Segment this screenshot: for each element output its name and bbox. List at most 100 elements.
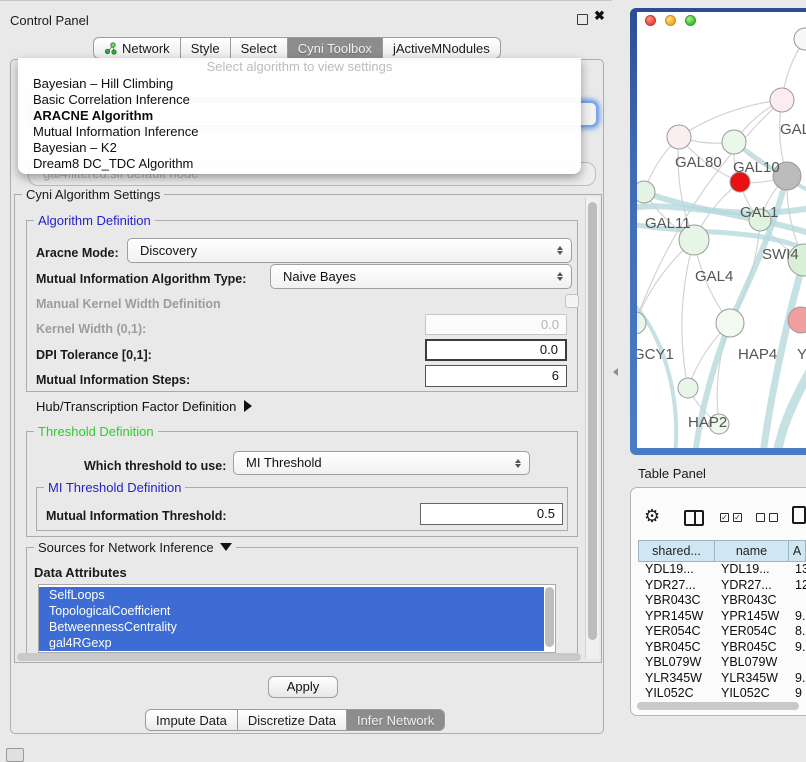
- sources-legend[interactable]: Sources for Network Inference: [34, 540, 236, 555]
- table-row[interactable]: YDL19...YDL19...13: [638, 562, 806, 578]
- mi-steps-field[interactable]: 6: [425, 365, 567, 387]
- tab-network-label: Network: [122, 41, 170, 56]
- select-all-checkboxes-icon[interactable]: ✓✓: [720, 513, 742, 522]
- settings-hscrollbar-thumb[interactable]: [17, 653, 581, 661]
- settings-legend: Cyni Algorithm Settings: [22, 187, 164, 202]
- float-window-icon[interactable]: [577, 14, 588, 25]
- mi-steps-label: Mutual Information Steps:: [36, 373, 190, 387]
- network-node-label: HAP4: [738, 346, 777, 363]
- kernel-width-field[interactable]: 0.0: [425, 314, 567, 335]
- table-cell: YBR045C: [714, 640, 788, 656]
- tab-impute-data[interactable]: Impute Data: [145, 709, 238, 731]
- network-node-label: GAL80: [675, 154, 722, 171]
- table-row[interactable]: YER054CYER054C8.: [638, 624, 806, 640]
- table-row[interactable]: YLR345WYLR345W9.: [638, 671, 806, 687]
- traffic-close-icon[interactable]: [645, 15, 656, 26]
- algorithm-option[interactable]: Bayesian – Hill Climbing: [18, 76, 581, 92]
- attributes-vscrollbar-thumb[interactable]: [545, 587, 554, 647]
- algorithm-option[interactable]: Bayesian – K2: [18, 140, 581, 156]
- manual-kernel-checkbox[interactable]: [565, 294, 579, 308]
- aracne-mode-combobox[interactable]: Discovery: [127, 238, 572, 263]
- apply-button[interactable]: Apply: [268, 676, 338, 698]
- table-cell: YDL19...: [638, 562, 714, 578]
- data-attribute-item[interactable]: BetweennessCentrality: [39, 619, 544, 635]
- mi-threshold-label: Mutual Information Threshold:: [46, 509, 227, 523]
- tab-style[interactable]: Style: [181, 37, 231, 59]
- table-cell: YIL052C: [714, 686, 788, 700]
- close-icon[interactable]: ✖: [594, 8, 605, 24]
- table-column-header[interactable]: name: [714, 540, 788, 562]
- network-node[interactable]: [722, 130, 746, 154]
- table-row[interactable]: YBR043CYBR043C: [638, 593, 806, 609]
- network-node[interactable]: [637, 181, 655, 203]
- table-cell: YBL079W: [638, 655, 714, 671]
- mi-type-value: Naive Bayes: [283, 269, 356, 284]
- dpi-tolerance-label: DPI Tolerance [0,1]:: [36, 348, 152, 362]
- network-node-label: Y: [797, 346, 806, 363]
- expander-right-arrow-icon: [244, 400, 252, 412]
- control-panel-tabbar: Network Style Select Cyni Toolbox jActiv…: [93, 37, 501, 59]
- network-node[interactable]: [770, 88, 794, 112]
- traffic-minimize-icon[interactable]: [665, 15, 676, 26]
- traffic-zoom-icon[interactable]: [685, 15, 696, 26]
- data-attributes-list[interactable]: SelfLoopsTopologicalCoefficientBetweenne…: [38, 584, 556, 653]
- network-node[interactable]: [794, 28, 806, 50]
- network-edge-bundle[interactable]: [777, 368, 806, 448]
- table-cell: YDL19...: [714, 562, 788, 578]
- tab-jactivemnodules[interactable]: jActiveMNodules: [383, 37, 501, 59]
- column-layout-icon[interactable]: [684, 510, 704, 526]
- dpi-tolerance-field[interactable]: 0.0: [425, 339, 567, 361]
- tab-cyni-toolbox[interactable]: Cyni Toolbox: [288, 37, 383, 59]
- network-canvas[interactable]: GALGAL80GAL10GAL11GAL1SWI4GAL4GCY1HAP4YH…: [637, 12, 806, 448]
- table-row[interactable]: YDR27...YDR27...12: [638, 578, 806, 594]
- gear-icon[interactable]: ⚙: [644, 506, 660, 527]
- network-node[interactable]: [716, 309, 744, 337]
- which-threshold-combobox[interactable]: MI Threshold: [233, 451, 530, 475]
- mi-type-combobox[interactable]: Naive Bayes: [270, 264, 572, 289]
- tab-select[interactable]: Select: [231, 37, 288, 59]
- table-cell: 9.: [788, 609, 806, 625]
- export-table-icon[interactable]: [792, 506, 806, 524]
- algorithm-option[interactable]: Mutual Information Inference: [18, 124, 581, 140]
- table-column-header[interactable]: shared...: [638, 540, 714, 562]
- network-node-label: GCY1: [637, 346, 674, 363]
- algorithm-option[interactable]: Basic Correlation Inference: [18, 92, 581, 108]
- deselect-all-checkboxes-icon[interactable]: [756, 513, 778, 522]
- settings-vscrollbar-track[interactable]: [585, 197, 599, 659]
- dropdown-placeholder: Select algorithm to view settings: [18, 58, 581, 76]
- table-cell: 12: [788, 578, 806, 594]
- network-edge[interactable]: [682, 240, 694, 388]
- tab-infer-network[interactable]: Infer Network: [347, 709, 445, 731]
- manual-kernel-label: Manual Kernel Width Definition: [36, 297, 221, 311]
- table-cell: YLR345W: [714, 671, 788, 687]
- table-column-header[interactable]: A: [788, 540, 806, 562]
- table-cell: YDR27...: [714, 578, 788, 594]
- table-row[interactable]: YPR145WYPR145W9.: [638, 609, 806, 625]
- table-hscrollbar-thumb[interactable]: [637, 702, 799, 710]
- network-node[interactable]: [667, 125, 691, 149]
- algorithm-option[interactable]: Dream8 DC_TDC Algorithm: [18, 156, 581, 172]
- minimized-panel-icon[interactable]: [6, 748, 24, 762]
- data-attribute-item[interactable]: gal4RGexp: [39, 635, 544, 651]
- table-cell: YBR043C: [638, 593, 714, 609]
- table-row[interactable]: YBL079WYBL079W: [638, 655, 806, 671]
- data-attribute-item[interactable]: TopologicalCoefficient: [39, 603, 544, 619]
- table-cell: YLR345W: [638, 671, 714, 687]
- algorithm-option[interactable]: ARACNE Algorithm: [18, 108, 581, 124]
- control-panel-title: Control Panel: [10, 13, 89, 28]
- table-cell: 9: [788, 686, 806, 700]
- network-graph: GALGAL80GAL10GAL11GAL1SWI4GAL4GCY1HAP4YH…: [637, 12, 806, 448]
- panel-splitter-handle[interactable]: [613, 368, 618, 376]
- mi-threshold-field[interactable]: 0.5: [420, 503, 563, 525]
- hub-tf-definition-expander[interactable]: Hub/Transcription Factor Definition: [36, 399, 252, 414]
- tab-network[interactable]: Network: [93, 37, 181, 59]
- table-row[interactable]: YIL052CYIL052C9: [638, 686, 806, 700]
- settings-vscrollbar-thumb[interactable]: [588, 202, 597, 640]
- sources-legend-label: Sources for Network Inference: [38, 540, 214, 555]
- tab-discretize-data[interactable]: Discretize Data: [238, 709, 347, 731]
- network-node[interactable]: [678, 378, 698, 398]
- table-cell: YBR045C: [638, 640, 714, 656]
- network-node-label: GAL10: [733, 159, 780, 176]
- data-attribute-item[interactable]: SelfLoops: [39, 587, 544, 603]
- table-row[interactable]: YBR045CYBR045C9.: [638, 640, 806, 656]
